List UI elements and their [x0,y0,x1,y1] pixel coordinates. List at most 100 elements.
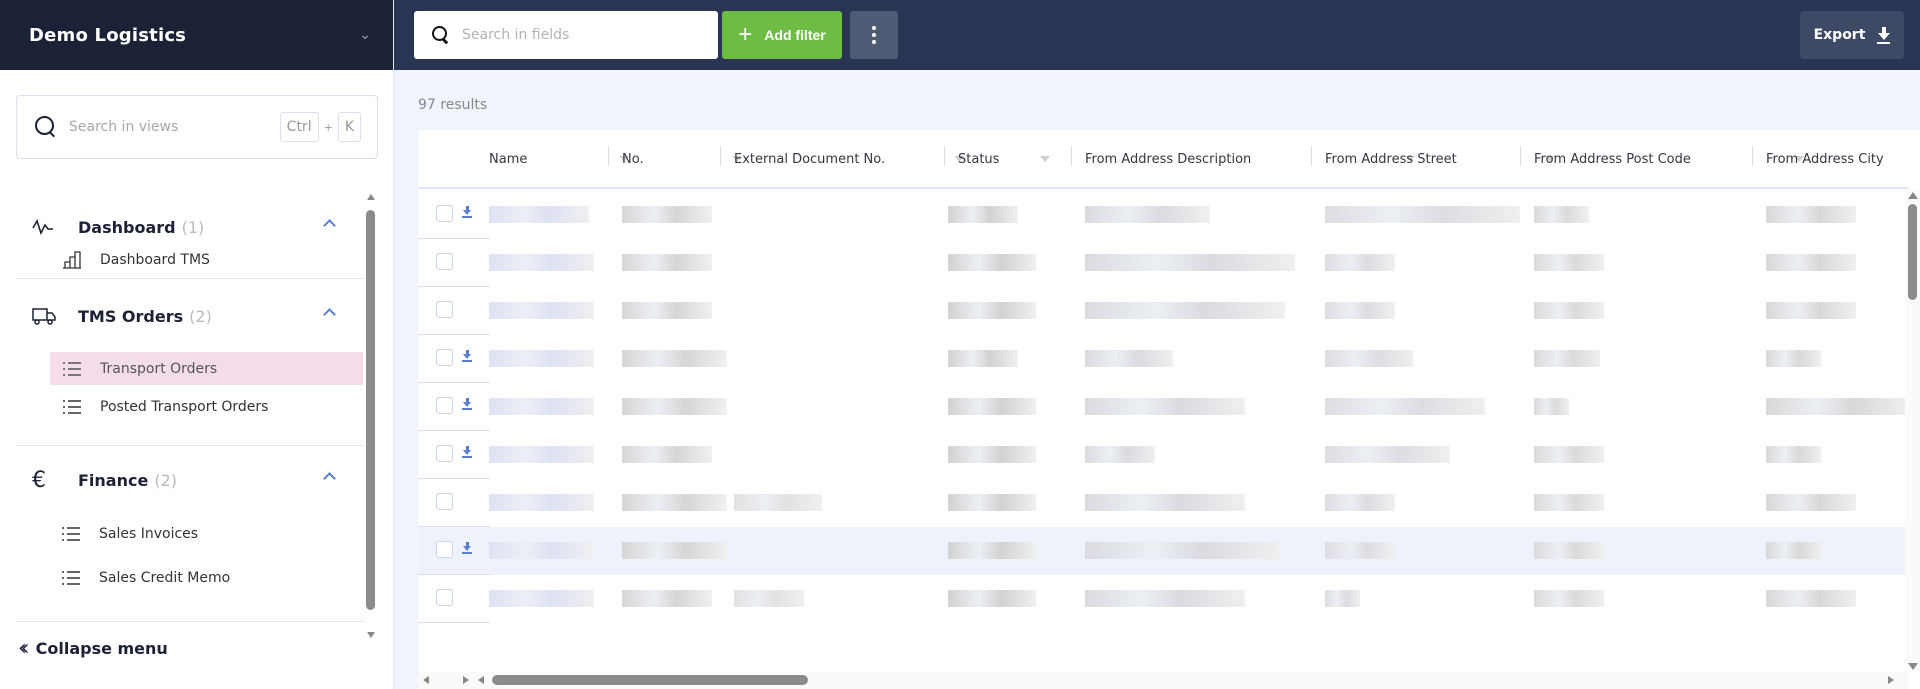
column-resize-handle[interactable] [944,146,945,166]
redacted-cell [1325,350,1413,367]
view-search-box: Ctrl + K [16,95,378,159]
table-row[interactable] [418,431,1908,479]
sidebar-item-dashboard-tms[interactable]: Dashboard TMS [0,245,360,275]
sidebar-item-sales-invoices[interactable]: Sales Invoices [0,512,360,556]
sidebar-scrollbar[interactable] [366,192,376,638]
redacted-cell [489,446,594,463]
scroll-left-arrow-icon[interactable] [423,676,429,684]
chevron-up-icon[interactable] [323,308,336,321]
chevron-up-icon[interactable] [323,219,336,232]
scroll-right-arrow-icon[interactable] [1888,676,1894,684]
column-header[interactable]: Status [958,130,1068,189]
download-icon[interactable] [462,398,472,410]
redacted-cell [948,206,1018,223]
redacted-cell [622,494,727,511]
column-header[interactable]: From Address Description [1085,130,1415,189]
download-icon[interactable] [462,542,472,554]
nav-group-header-tms-orders[interactable]: TMS Orders (2) [0,298,360,334]
redacted-cell [948,302,1036,319]
table-row[interactable] [418,527,1908,575]
download-icon[interactable] [462,206,472,218]
row-checkbox[interactable] [436,493,453,510]
redacted-cell [622,254,712,271]
sort-dropdown-icon[interactable] [1040,156,1050,162]
column-resize-handle[interactable] [1071,146,1072,166]
grid-vertical-scrollbar[interactable] [1905,190,1920,670]
workspace-switcher[interactable]: Demo Logistics ⌄ [0,0,393,70]
view-search-input[interactable] [69,119,280,135]
nav-group-dashboard: Dashboard (1) Dashboard TMS [0,209,360,275]
redacted-cell [1534,350,1600,367]
column-header-label: From Address City [1766,152,1884,167]
redacted-cell [948,446,1036,463]
scrollbar-thumb[interactable] [366,210,375,610]
scroll-down-arrow-icon[interactable] [1908,663,1918,670]
scroll-up-arrow-icon[interactable] [1908,192,1918,199]
more-options-button[interactable] [850,11,898,59]
scroll-up-arrow-icon[interactable] [367,194,375,200]
column-resize-handle[interactable] [1752,146,1753,166]
table-row[interactable] [418,479,1908,527]
nav-group-count: (2) [154,470,177,490]
sidebar-item-transport-orders[interactable]: Transport Orders [50,352,363,385]
table-row[interactable] [418,191,1908,239]
collapse-menu-button[interactable]: ‹‹ Collapse menu [18,636,168,661]
sidebar-item-posted-transport-orders[interactable]: Posted Transport Orders [0,385,360,429]
sidebar-item-label: Sales Invoices [99,526,199,542]
row-checkbox[interactable] [436,589,453,606]
table-row[interactable] [418,575,1908,623]
scrollbar-thumb[interactable] [492,675,808,685]
row-checkbox[interactable] [436,301,453,318]
row-checkbox[interactable] [436,445,453,462]
chevron-up-icon[interactable] [323,472,336,485]
row-checkbox[interactable] [436,253,453,270]
table-row[interactable] [418,239,1908,287]
results-count: 97 results [418,97,488,113]
list-icon [61,570,81,586]
add-filter-button[interactable]: + Add filter [722,11,842,59]
grid-horizontal-scrollbar[interactable] [418,672,1908,689]
column-header-label: From Address Street [1325,152,1457,167]
scrollbar-thumb[interactable] [1908,204,1917,300]
column-resize-handle[interactable] [608,146,609,166]
scroll-left-arrow-icon[interactable] [478,676,484,684]
column-header[interactable]: From Address Street [1325,130,1555,189]
sidebar-item-sales-credit-memo[interactable]: Sales Credit Memo [0,556,360,600]
redacted-cell [1766,446,1821,463]
column-header[interactable]: No. [622,130,742,189]
table-row[interactable] [418,287,1908,335]
row-checkbox[interactable] [436,349,453,366]
column-resize-handle[interactable] [1311,146,1312,166]
column-header[interactable]: From Address City [1766,130,1920,189]
column-resize-handle[interactable] [720,146,721,166]
row-divider [418,622,490,623]
redacted-cell [1085,590,1245,607]
column-header[interactable]: External Document No. [734,130,964,189]
download-icon[interactable] [462,350,472,362]
redacted-cell [622,590,712,607]
redacted-cell [1766,398,1911,415]
export-button[interactable]: Export [1800,11,1904,59]
table-row[interactable] [418,383,1911,431]
field-search-input[interactable] [462,27,718,43]
nav-group-header-finance[interactable]: € Finance (2) [0,462,360,498]
row-checkbox[interactable] [436,541,453,558]
column-header-label: Name [489,152,528,167]
table-row[interactable] [418,335,1908,383]
scroll-right-arrow-icon[interactable] [463,676,469,684]
app-root: Demo Logistics ⌄ Ctrl + K Dashboard (1) [0,0,1920,689]
row-checkbox[interactable] [436,205,453,222]
row-checkbox[interactable] [436,397,453,414]
scroll-down-arrow-icon[interactable] [367,632,375,638]
column-header[interactable]: From Address Post Code [1534,130,1804,189]
download-icon[interactable] [462,446,472,458]
redacted-cell [489,254,594,271]
nav-group-header-dashboard[interactable]: Dashboard (1) [0,209,360,245]
column-resize-handle[interactable] [1520,146,1521,166]
redacted-cell [948,542,1036,559]
divider [16,621,364,622]
redacted-cell [1325,590,1360,607]
column-header-label: From Address Post Code [1534,152,1691,167]
redacted-cell [622,350,727,367]
collapse-menu-label: Collapse menu [35,639,168,658]
